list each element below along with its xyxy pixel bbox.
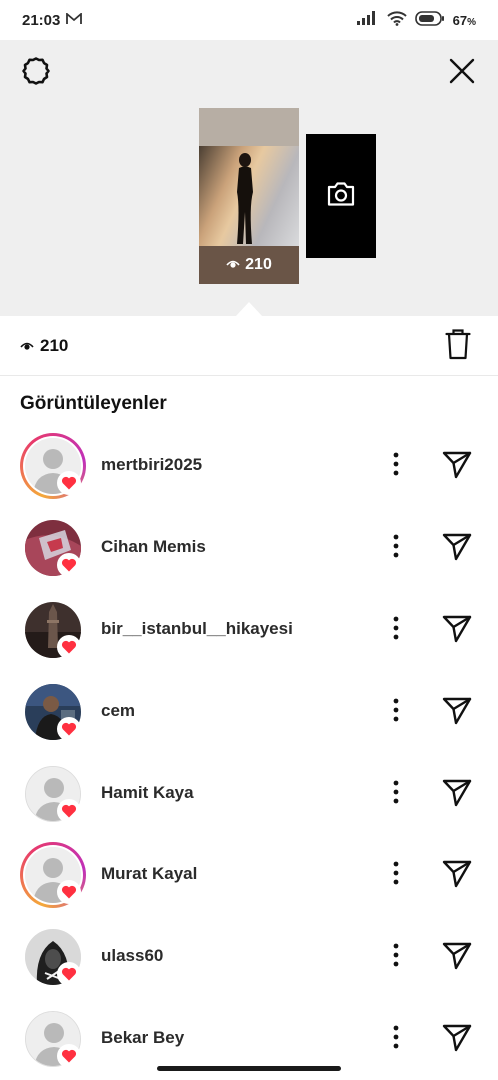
viewer-row[interactable]: cem (0, 679, 498, 745)
more-options-button[interactable] (385, 534, 407, 562)
paper-plane-icon (442, 1024, 472, 1057)
send-message-button[interactable] (441, 533, 473, 566)
close-icon (449, 58, 475, 89)
story-thumbnail[interactable]: 210 (199, 108, 299, 284)
paper-plane-icon (442, 860, 472, 893)
viewer-username[interactable]: Murat Kayal (101, 864, 197, 884)
more-options-button[interactable] (385, 1025, 407, 1053)
paper-plane-icon (442, 533, 472, 566)
send-message-button[interactable] (441, 697, 473, 730)
wifi-icon (386, 10, 407, 30)
more-options-button[interactable] (385, 861, 407, 889)
avatar[interactable] (20, 433, 86, 499)
more-vertical-icon (393, 534, 399, 563)
viewer-username[interactable]: cem (101, 701, 135, 721)
more-vertical-icon (393, 452, 399, 481)
viewer-username[interactable]: Hamit Kaya (101, 783, 194, 803)
avatar[interactable] (20, 761, 86, 827)
settings-icon (21, 56, 51, 91)
more-vertical-icon (393, 616, 399, 645)
heart-icon (57, 880, 81, 904)
heart-icon (57, 553, 81, 577)
heart-icon (57, 635, 81, 659)
battery-icon (414, 10, 445, 30)
status-bar: 21:03 67% (0, 0, 498, 40)
stats-view-count: 210 (20, 336, 68, 356)
send-message-button[interactable] (441, 615, 473, 648)
paper-plane-icon (442, 779, 472, 812)
send-message-button[interactable] (441, 860, 473, 893)
status-time: 21:03 (22, 11, 61, 29)
close-button[interactable] (444, 55, 480, 91)
paper-plane-icon (442, 942, 472, 975)
paper-plane-icon (442, 451, 472, 484)
settings-button[interactable] (18, 55, 54, 91)
more-vertical-icon (393, 943, 399, 972)
viewer-row[interactable]: bir__istanbul__hikayesi (0, 597, 498, 663)
add-story-tile[interactable] (306, 134, 376, 258)
send-message-button[interactable] (441, 451, 473, 484)
more-vertical-icon (393, 861, 399, 890)
story-preview-area: 210 (0, 40, 498, 316)
viewer-row[interactable]: Cihan Memis (0, 515, 498, 581)
avatar[interactable] (20, 597, 86, 663)
viewer-username[interactable]: mertbiri2025 (101, 455, 202, 475)
signal-icon (356, 11, 379, 29)
paper-plane-icon (442, 697, 472, 730)
avatar[interactable] (20, 1006, 86, 1072)
eye-icon (20, 336, 34, 356)
more-vertical-icon (393, 698, 399, 727)
viewer-username[interactable]: ulass60 (101, 946, 163, 966)
send-message-button[interactable] (441, 942, 473, 975)
send-message-button[interactable] (441, 1024, 473, 1057)
home-indicator[interactable] (157, 1066, 341, 1071)
heart-icon (57, 962, 81, 986)
person-silhouette-image (237, 153, 253, 244)
trash-icon (445, 328, 471, 365)
viewers-heading: Görüntüleyenler (20, 393, 167, 414)
selection-pointer (236, 302, 262, 316)
more-options-button[interactable] (385, 698, 407, 726)
more-vertical-icon (393, 1025, 399, 1054)
viewer-username[interactable]: bir__istanbul__hikayesi (101, 619, 293, 639)
gmail-icon (66, 11, 83, 29)
more-options-button[interactable] (385, 780, 407, 808)
avatar[interactable] (20, 679, 86, 745)
more-options-button[interactable] (385, 943, 407, 971)
send-message-button[interactable] (441, 779, 473, 812)
viewer-row[interactable]: Murat Kayal (0, 842, 498, 908)
heart-icon (57, 1044, 81, 1068)
more-options-button[interactable] (385, 616, 407, 644)
more-vertical-icon (393, 780, 399, 809)
eye-icon (226, 256, 240, 274)
viewer-row[interactable]: ulass60 (0, 924, 498, 990)
story-photo (199, 146, 299, 246)
viewer-row[interactable]: Hamit Kaya (0, 761, 498, 827)
avatar[interactable] (20, 842, 86, 908)
battery-percent: 67% (452, 12, 476, 28)
viewer-row[interactable]: Bekar Bey (0, 1006, 498, 1072)
viewer-username[interactable]: Bekar Bey (101, 1028, 184, 1048)
heart-icon (57, 471, 81, 495)
stats-row: 210 (0, 316, 498, 376)
delete-story-button[interactable] (443, 328, 473, 365)
story-viewers-screen: 21:03 67% 210 210 Görüntüleyenler mertbi… (0, 0, 498, 1080)
paper-plane-icon (442, 615, 472, 648)
more-options-button[interactable] (385, 452, 407, 480)
heart-icon (57, 799, 81, 823)
viewer-username[interactable]: Cihan Memis (101, 537, 206, 557)
avatar[interactable] (20, 515, 86, 581)
avatar[interactable] (20, 924, 86, 990)
story-view-count: 210 (199, 246, 299, 284)
camera-icon (326, 181, 356, 212)
viewer-row[interactable]: mertbiri2025 (0, 433, 498, 499)
heart-icon (57, 717, 81, 741)
